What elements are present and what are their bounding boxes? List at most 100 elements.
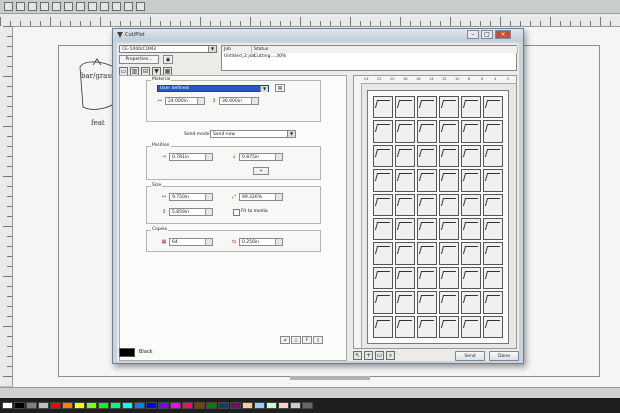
zoom-fit-icon[interactable]: ▭ bbox=[375, 351, 384, 360]
media-width-field[interactable]: 24.000in bbox=[165, 97, 205, 105]
color-swatch[interactable] bbox=[26, 402, 37, 409]
preview-copy-cell bbox=[461, 242, 481, 265]
height-icon: ↕ bbox=[211, 98, 217, 104]
spinner[interactable] bbox=[205, 194, 212, 200]
dialog-titlebar[interactable]: Cut/Plot – □ × bbox=[113, 29, 523, 41]
spinner[interactable] bbox=[275, 154, 282, 160]
material-select[interactable]: User defined ▼ bbox=[157, 85, 269, 92]
color-swatch[interactable] bbox=[218, 402, 229, 409]
color-swatch[interactable] bbox=[242, 402, 253, 409]
copies-count-field[interactable]: 64 bbox=[169, 238, 213, 246]
media-height-field[interactable]: 36.000in bbox=[219, 97, 259, 105]
spinner[interactable] bbox=[251, 98, 258, 104]
color-swatch[interactable] bbox=[254, 402, 265, 409]
copy-icon[interactable] bbox=[52, 2, 61, 11]
import-icon[interactable] bbox=[100, 2, 109, 11]
spinner[interactable] bbox=[275, 194, 282, 200]
frame-icon[interactable]: ▯ bbox=[313, 336, 323, 344]
color-swatch[interactable] bbox=[194, 402, 205, 409]
zoom-in-icon[interactable]: + bbox=[364, 351, 373, 360]
color-swatch[interactable] bbox=[266, 402, 277, 409]
color-layer-row[interactable]: Black bbox=[119, 347, 153, 357]
material-label: Material bbox=[151, 77, 172, 82]
preview-copy-cell bbox=[417, 144, 437, 168]
color-swatch[interactable] bbox=[302, 402, 313, 409]
canvas-text-1[interactable]: bar/grass bbox=[81, 72, 115, 80]
position-x-field[interactable]: 0.781in bbox=[169, 153, 213, 161]
ruler-tick bbox=[320, 21, 321, 26]
color-swatch[interactable] bbox=[14, 402, 25, 409]
export-icon[interactable] bbox=[112, 2, 121, 11]
spinner[interactable] bbox=[197, 98, 204, 104]
minimize-button[interactable]: – bbox=[467, 30, 479, 39]
horizontal-scrollbar[interactable] bbox=[290, 376, 370, 380]
open-icon[interactable] bbox=[4, 2, 13, 11]
color-swatch[interactable] bbox=[230, 402, 241, 409]
color-swatch[interactable] bbox=[182, 402, 193, 409]
send-mode-select[interactable]: Send now ▼ bbox=[210, 130, 296, 138]
zoom-icon[interactable] bbox=[124, 2, 133, 11]
color-swatch[interactable] bbox=[2, 402, 13, 409]
save-icon[interactable] bbox=[16, 2, 25, 11]
cutter-settings-icon[interactable]: ▣ bbox=[163, 55, 173, 64]
color-swatch[interactable] bbox=[290, 402, 301, 409]
send-button[interactable]: Send bbox=[455, 351, 485, 361]
done-button[interactable]: Done bbox=[489, 351, 519, 361]
paste-icon[interactable] bbox=[64, 2, 73, 11]
f-button[interactable]: F bbox=[302, 336, 312, 344]
job-column-header[interactable]: Job bbox=[222, 46, 252, 53]
origin-button[interactable]: + bbox=[253, 167, 269, 175]
color-swatch[interactable] bbox=[146, 402, 157, 409]
redo-icon[interactable] bbox=[88, 2, 97, 11]
ruler-tick bbox=[7, 216, 12, 217]
status-column-header[interactable]: Status bbox=[252, 46, 518, 53]
preview-copy-cell bbox=[373, 96, 393, 119]
close-button[interactable]: × bbox=[495, 30, 511, 39]
spinner[interactable] bbox=[205, 209, 212, 215]
ruler-tick bbox=[280, 21, 281, 26]
ruler-tick bbox=[520, 21, 521, 26]
color-swatch[interactable] bbox=[62, 402, 73, 409]
color-swatch[interactable] bbox=[278, 402, 289, 409]
copies-spacing-field[interactable]: 0.250in bbox=[239, 238, 283, 246]
spinner[interactable] bbox=[205, 239, 212, 245]
layout-preview[interactable]: 24 22 20 18 16 14 12 10 8 6 4 2 bbox=[353, 75, 517, 349]
position-y-field[interactable]: 0.875in bbox=[239, 153, 283, 161]
job-queue-table: Job Status Untitled_2.job Cutting....30% bbox=[221, 45, 518, 71]
color-swatch[interactable] bbox=[158, 402, 169, 409]
spinner[interactable] bbox=[205, 154, 212, 160]
undo-icon[interactable] bbox=[76, 2, 85, 11]
properties-button[interactable]: Properties... bbox=[119, 55, 159, 64]
size-height-field[interactable]: 5.859in bbox=[169, 208, 213, 216]
preview-copy-cell bbox=[483, 291, 503, 314]
color-swatch[interactable] bbox=[50, 402, 61, 409]
size-scale-field[interactable]: 99.326% bbox=[239, 193, 283, 201]
preview-copy-cell bbox=[417, 193, 437, 216]
zoom-icon[interactable]: ⌕ bbox=[386, 351, 395, 360]
maximize-button[interactable]: □ bbox=[481, 30, 493, 39]
size-width-field[interactable]: 9.750in bbox=[169, 193, 213, 201]
color-swatch[interactable] bbox=[98, 402, 109, 409]
color-swatch[interactable] bbox=[206, 402, 217, 409]
cut-icon[interactable] bbox=[40, 2, 49, 11]
spinner[interactable] bbox=[275, 239, 282, 245]
align-icon[interactable]: ⊿ bbox=[280, 336, 290, 344]
color-swatch[interactable] bbox=[134, 402, 145, 409]
color-swatch[interactable] bbox=[122, 402, 133, 409]
job-name-cell[interactable]: Untitled_2.job bbox=[222, 54, 255, 59]
help-icon[interactable] bbox=[136, 2, 145, 11]
cutter-port-select[interactable]: CE-5000/COM3 ▼ bbox=[119, 45, 217, 53]
color-swatch[interactable] bbox=[170, 402, 181, 409]
color-swatch[interactable] bbox=[110, 402, 121, 409]
preview-copy-cell bbox=[439, 96, 459, 119]
material-options-button[interactable]: ▤ bbox=[275, 84, 285, 92]
fit-to-media-checkbox[interactable] bbox=[233, 209, 240, 216]
canvas-text-2[interactable]: feat bbox=[91, 119, 105, 127]
pointer-icon[interactable]: ↖ bbox=[353, 351, 362, 360]
app-toolbar bbox=[0, 0, 620, 14]
color-swatch[interactable] bbox=[86, 402, 97, 409]
color-swatch[interactable] bbox=[74, 402, 85, 409]
print-icon[interactable] bbox=[28, 2, 37, 11]
triangle-icon[interactable]: △ bbox=[291, 336, 301, 344]
color-swatch[interactable] bbox=[38, 402, 49, 409]
